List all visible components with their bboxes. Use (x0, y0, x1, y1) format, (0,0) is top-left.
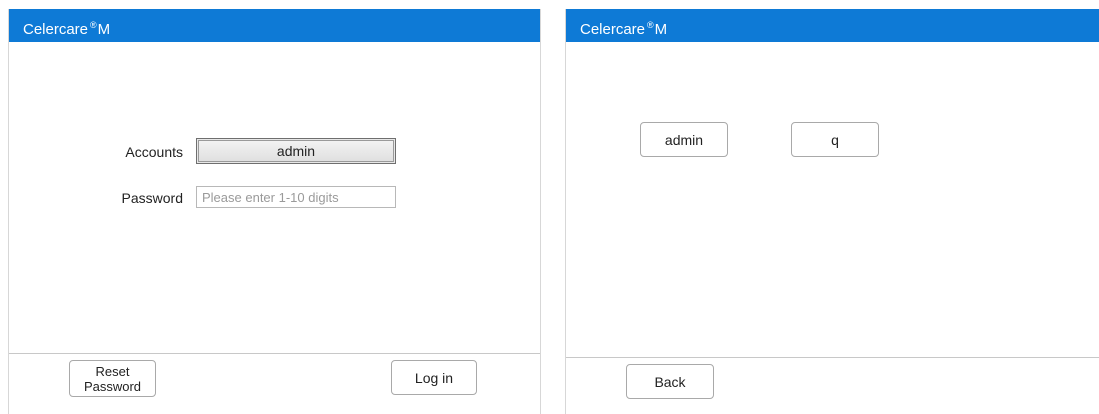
app-title-model: M (654, 21, 668, 38)
registered-mark: ® (90, 20, 97, 30)
reset-password-button[interactable]: Reset Password (69, 360, 156, 397)
footer-divider (9, 353, 540, 354)
login-screen: Celercare ®M Accounts admin Password Rese… (8, 9, 541, 414)
account-select-screen: Celercare ®M admin q Back (565, 9, 1099, 414)
app-title-model: M (97, 21, 111, 38)
accounts-label: Accounts (125, 144, 183, 160)
account-option-admin[interactable]: admin (640, 122, 728, 157)
account-select[interactable]: admin (196, 138, 396, 164)
registered-mark: ® (647, 20, 654, 30)
login-button[interactable]: Log in (391, 360, 477, 395)
app-title-brand: Celercare (23, 21, 89, 38)
password-label: Password (121, 190, 183, 206)
reset-password-line1: Reset (95, 363, 130, 379)
title-bar: Celercare ®M (566, 9, 1099, 42)
app-title-brand: Celercare (580, 21, 646, 38)
back-button[interactable]: Back (626, 364, 714, 399)
password-input[interactable] (196, 186, 396, 208)
footer-divider (566, 357, 1099, 358)
account-option-q[interactable]: q (791, 122, 879, 157)
title-bar: Celercare ®M (9, 9, 540, 42)
reset-password-line2: Password (83, 378, 142, 394)
